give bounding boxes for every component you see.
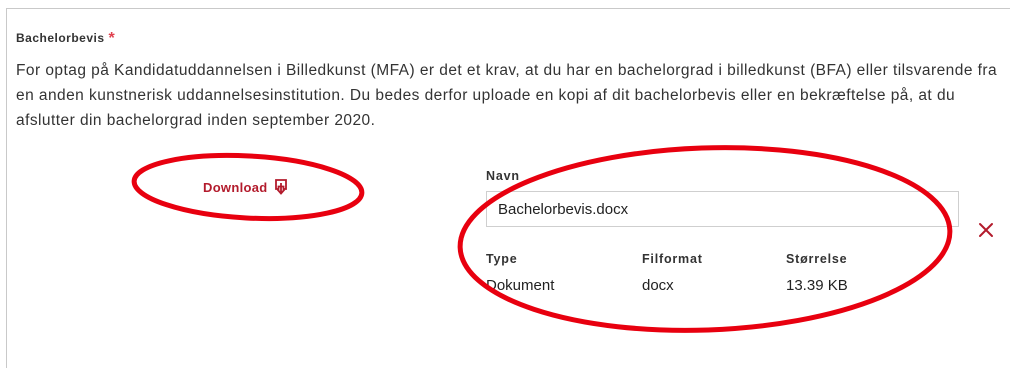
name-label: Navn <box>486 169 520 183</box>
close-icon <box>979 223 993 237</box>
format-value: docx <box>642 277 674 294</box>
type-label: Type <box>486 252 518 266</box>
download-link[interactable]: Download <box>203 179 288 195</box>
field-description: For optag på Kandidatuddannelsen i Bille… <box>16 62 998 129</box>
file-name-input[interactable] <box>486 191 959 227</box>
size-label: Størrelse <box>786 252 848 266</box>
download-label: Download <box>203 179 268 195</box>
remove-file-button[interactable] <box>976 220 996 240</box>
required-marker: * <box>108 30 116 47</box>
field-title-text: Bachelorbevis <box>16 31 105 45</box>
format-label: Filformat <box>642 252 703 266</box>
size-value: 13.39 KB <box>786 277 848 294</box>
type-value: Dokument <box>486 277 555 294</box>
field-title: Bachelorbevis * <box>16 29 115 47</box>
download-icon <box>274 179 288 195</box>
